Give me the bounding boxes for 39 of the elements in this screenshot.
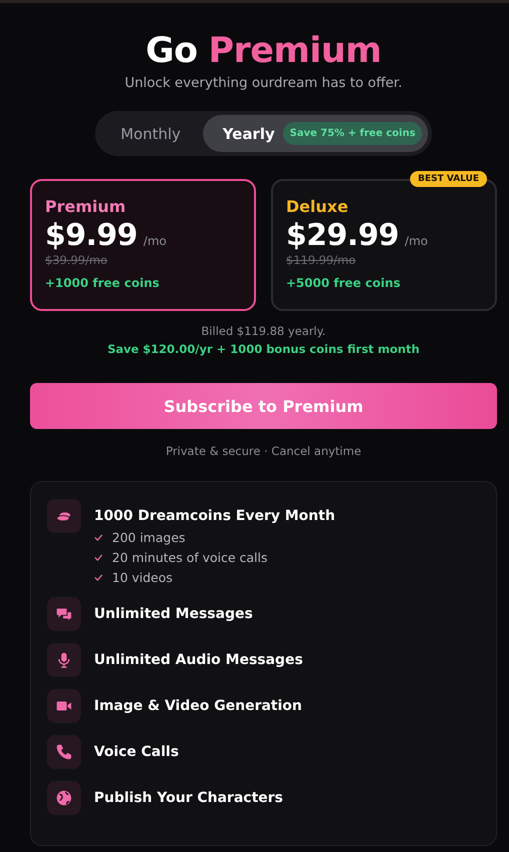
coins-bonus: +5000 free coins: [286, 276, 402, 290]
globe-icon: [47, 781, 81, 815]
plan-price: $29.99: [286, 218, 399, 253]
plan-name: Deluxe: [286, 197, 350, 216]
chat-bubbles-icon: [47, 597, 81, 631]
billing-tab[interactable]: Yearly Save 75% + free coins: [202, 115, 428, 152]
plan-price: $9.99: [45, 218, 138, 253]
subtitle: Unlock everything ourdream has to offer.: [124, 75, 402, 91]
check-icon: [94, 554, 103, 561]
billing-tab[interactable]: Monthly: [98, 115, 203, 152]
title-text: Go: [146, 31, 198, 71]
feature-title: Unlimited Messages: [94, 605, 253, 623]
coins-icon: [47, 499, 81, 533]
price-period: /mo: [143, 234, 166, 248]
savings-note: Save $120.00/yr + 1000 bonus coins first month: [107, 342, 420, 356]
coins-bonus: +1000 free coins: [45, 276, 160, 290]
video-camera-icon: [47, 689, 81, 723]
plan-card[interactable]: Premium $9.99 /mo $39.99/mo +1000 free coins: [30, 179, 256, 311]
check-icon: [94, 534, 103, 541]
save-badge: Save 75% + free coins: [282, 122, 422, 145]
trust-note: Private & secure · Cancel anytime: [166, 444, 362, 458]
feature-title: Image & Video Generation: [94, 697, 302, 715]
feature-title: Publish Your Characters: [94, 789, 283, 807]
feature-detail: 200 images: [112, 530, 186, 545]
old-price: $119.99/mo: [286, 253, 357, 267]
feature-title: Voice Calls: [94, 743, 179, 761]
title-text: Premium: [208, 31, 382, 71]
plan-name: Premium: [45, 197, 127, 216]
check-icon: [94, 574, 103, 581]
feature-title: 1000 Dreamcoins Every Month: [94, 507, 336, 525]
best-value-badge: BEST VALUE: [410, 171, 487, 187]
feature-detail: 20 minutes of voice calls: [112, 550, 268, 565]
billing-note: Billed $119.88 yearly.: [201, 324, 326, 338]
old-price: $39.99/mo: [45, 253, 108, 267]
feature-detail: 10 videos: [112, 570, 173, 585]
price-period: /mo: [404, 234, 428, 248]
feature-title: Unlimited Audio Messages: [94, 651, 303, 669]
phone-icon: [47, 735, 81, 769]
microphone-icon: [47, 643, 81, 677]
